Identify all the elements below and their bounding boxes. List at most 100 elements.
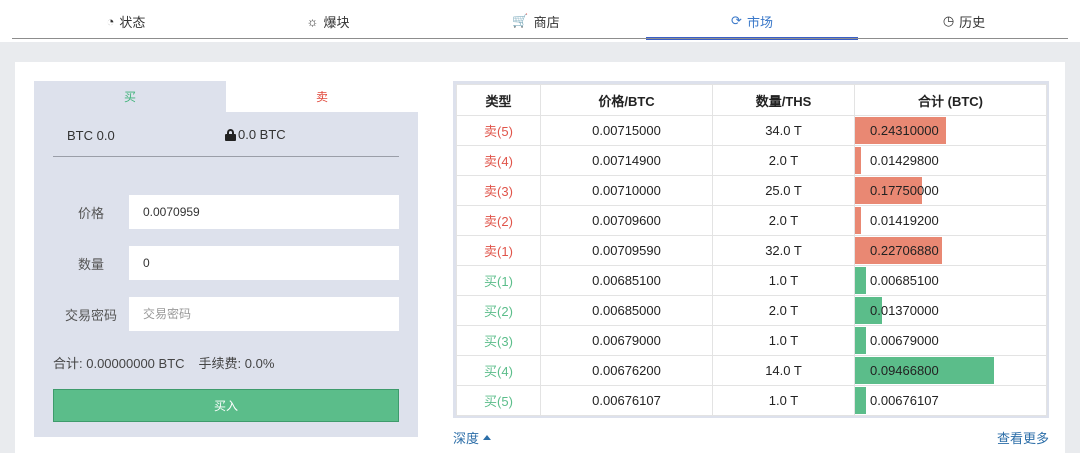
sun-icon: ☼ — [306, 13, 319, 29]
trade-side-tabs: 买 卖 — [34, 81, 418, 112]
tab-label: 状态 — [119, 14, 146, 30]
total-value: 0.17750000 — [870, 183, 939, 198]
quantity-cell: 1.0 T — [712, 265, 855, 296]
total-cell: 0.01429800 — [854, 145, 1047, 176]
table-row[interactable]: 买(3) 0.00679000 1.0 T 0.00679000 — [456, 325, 1047, 356]
order-book: 类型 价格/BTC 数量/THS 合计 (BTC) 卖(5) 0.00715000… — [453, 81, 1049, 418]
total-value: 0.01370000 — [870, 303, 939, 318]
price-cell: 0.00676107 — [540, 385, 713, 416]
tab-store[interactable]: 🛒 商店 — [430, 0, 642, 42]
view-more-link[interactable]: 查看更多 — [997, 428, 1049, 447]
order-total: 合计: 0.00000000 BTC 手续费: 0.0% — [53, 353, 274, 372]
order-type-cell: 卖(2) — [456, 205, 541, 236]
table-row[interactable]: 买(1) 0.00685100 1.0 T 0.00685100 — [456, 265, 1047, 296]
quantity-cell: 2.0 T — [712, 205, 855, 236]
cart-icon: 🛒 — [512, 13, 529, 28]
total-value: 0.09466800 — [870, 363, 939, 378]
order-type-cell: 卖(3) — [456, 175, 541, 206]
nav-divider — [12, 38, 1068, 39]
column-header-type: 类型 — [456, 84, 541, 116]
quantity-cell: 25.0 T — [712, 175, 855, 206]
table-header-row: 类型 价格/BTC 数量/THS 合计 (BTC) — [456, 84, 1047, 116]
total-value: 0.00679000 — [870, 333, 939, 348]
total-cell: 0.00685100 — [854, 265, 1047, 296]
table-row[interactable]: 卖(1) 0.00709590 32.0 T 0.22706880 — [456, 235, 1047, 266]
total-value: 0.00676107 — [870, 393, 939, 408]
order-type-cell: 卖(4) — [456, 145, 541, 176]
tab-status[interactable]: ◔ 状态 — [20, 0, 232, 42]
trade-panel: 买 卖 BTC 0.0 0.0 BTC 价格 数量 交易密码 合计: 0.000… — [34, 81, 418, 437]
price-cell: 0.00710000 — [540, 175, 713, 206]
depth-label: 深度 — [453, 431, 480, 446]
table-row[interactable]: 卖(4) 0.00714900 2.0 T 0.01429800 — [456, 145, 1047, 176]
order-type-cell: 买(5) — [456, 385, 541, 416]
total-cell: 0.17750000 — [854, 175, 1047, 206]
buy-depth-bar — [855, 267, 866, 294]
locked-btc-value: 0.0 BTC — [238, 127, 286, 142]
sell-tab[interactable]: 卖 — [226, 81, 418, 112]
top-nav: ◔ 状态 ☼ 爆块 🛒 商店 ⟳ 市场 ◷ 历史 — [0, 0, 1080, 42]
password-field: 交易密码 — [53, 297, 399, 331]
order-type-cell: 买(1) — [456, 265, 541, 296]
price-label: 价格 — [77, 205, 104, 221]
quantity-cell: 34.0 T — [712, 115, 855, 146]
total-cell: 0.00679000 — [854, 325, 1047, 356]
sell-depth-bar — [855, 147, 861, 174]
price-cell: 0.00714900 — [540, 145, 713, 176]
order-type-cell: 买(3) — [456, 325, 541, 356]
buy-depth-bar — [855, 327, 866, 354]
quantity-cell: 2.0 T — [712, 145, 855, 176]
total-value: 0.22706880 — [870, 243, 939, 258]
tab-history[interactable]: ◷ 历史 — [858, 0, 1070, 42]
total-cell: 0.00676107 — [854, 385, 1047, 416]
order-type-cell: 卖(5) — [456, 115, 541, 146]
quantity-input[interactable] — [129, 246, 399, 280]
table-row[interactable]: 买(2) 0.00685000 2.0 T 0.01370000 — [456, 295, 1047, 326]
order-type-cell: 卖(1) — [456, 235, 541, 266]
buy-submit-button[interactable]: 买入 — [53, 389, 399, 422]
refresh-icon: ⟳ — [731, 13, 742, 28]
tab-blocks[interactable]: ☼ 爆块 — [222, 0, 434, 42]
password-input[interactable] — [129, 297, 399, 331]
order-type-cell: 买(2) — [456, 295, 541, 326]
buy-depth-bar — [855, 387, 866, 414]
column-header-quantity: 数量/THS — [712, 84, 855, 116]
total-cell: 0.09466800 — [854, 355, 1047, 386]
dashboard-icon: ◔ — [106, 13, 115, 29]
tab-market[interactable]: ⟳ 市场 — [646, 0, 858, 42]
password-label: 交易密码 — [64, 307, 117, 323]
caret-up-icon — [483, 435, 492, 440]
locked-balance: 0.0 BTC — [225, 127, 286, 142]
tab-label: 历史 — [959, 14, 986, 30]
quantity-cell: 32.0 T — [712, 235, 855, 266]
price-cell: 0.00685000 — [540, 295, 713, 326]
table-row[interactable]: 卖(2) 0.00709600 2.0 T 0.01419200 — [456, 205, 1047, 236]
order-book-table: 类型 价格/BTC 数量/THS 合计 (BTC) 卖(5) 0.00715000… — [456, 84, 1047, 416]
table-row[interactable]: 卖(5) 0.00715000 34.0 T 0.24310000 — [456, 115, 1047, 146]
table-row[interactable]: 买(4) 0.00676200 14.0 T 0.09466800 — [456, 355, 1047, 386]
balance-row: BTC 0.0 0.0 BTC — [53, 112, 399, 157]
lock-icon — [225, 128, 236, 141]
price-cell: 0.00709600 — [540, 205, 713, 236]
table-row[interactable]: 卖(3) 0.00710000 25.0 T 0.17750000 — [456, 175, 1047, 206]
quantity-field: 数量 — [53, 246, 399, 280]
total-value: 0.24310000 — [870, 123, 939, 138]
price-cell: 0.00685100 — [540, 265, 713, 296]
table-row[interactable]: 买(5) 0.00676107 1.0 T 0.00676107 — [456, 385, 1047, 416]
price-input[interactable] — [129, 195, 399, 229]
market-card: 买 卖 BTC 0.0 0.0 BTC 价格 数量 交易密码 合计: 0.000… — [15, 62, 1065, 453]
price-field: 价格 — [53, 195, 399, 229]
total-value: 0.01429800 — [870, 153, 939, 168]
quantity-cell: 14.0 T — [712, 355, 855, 386]
quantity-label: 数量 — [77, 256, 104, 272]
quantity-cell: 1.0 T — [712, 325, 855, 356]
column-header-total: 合计 (BTC) — [854, 84, 1047, 116]
buy-tab[interactable]: 买 — [34, 81, 226, 112]
total-cell: 0.01419200 — [854, 205, 1047, 236]
total-value: 0.01419200 — [870, 213, 939, 228]
total-cell: 0.22706880 — [854, 235, 1047, 266]
price-cell: 0.00715000 — [540, 115, 713, 146]
price-cell: 0.00679000 — [540, 325, 713, 356]
tab-label: 爆块 — [323, 14, 350, 30]
depth-toggle[interactable]: 深度 — [453, 428, 492, 447]
